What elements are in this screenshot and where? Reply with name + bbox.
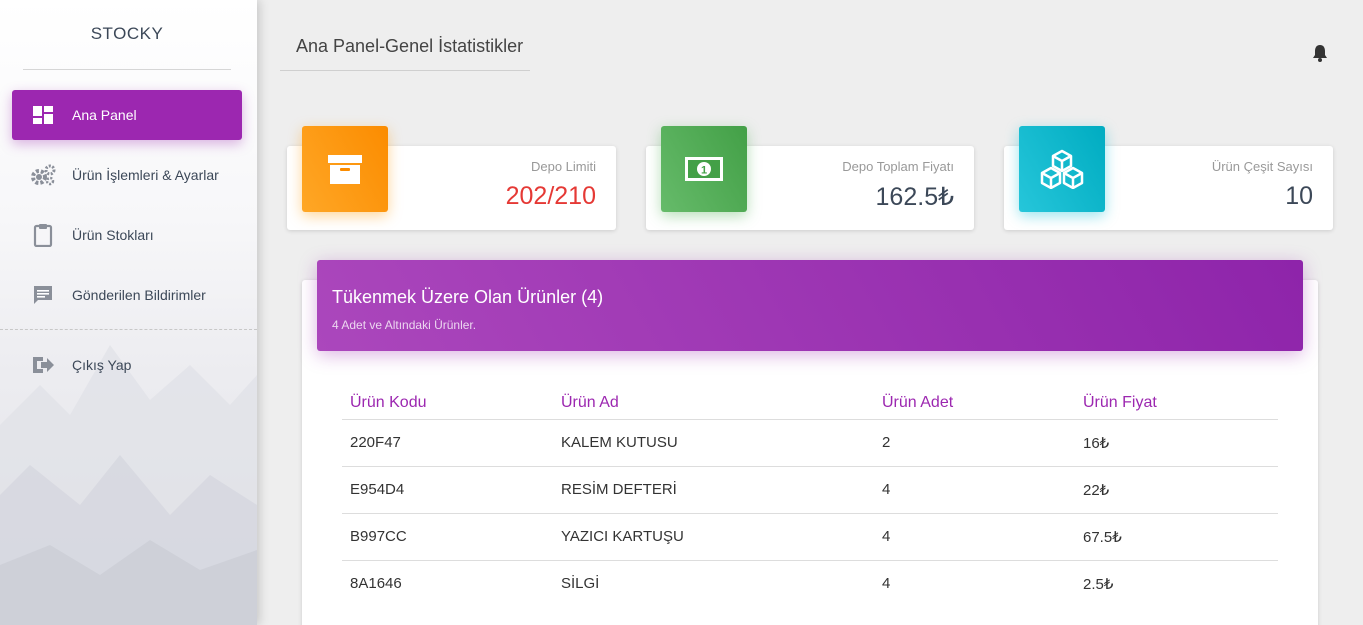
logout-icon [28,353,58,377]
sidebar-item-label: Ürün Stokları [72,227,154,243]
column-header: Ürün Adet [874,388,1075,420]
sidebar-item-label: Çıkış Yap [72,357,132,373]
cell-product-price: 67.5₺ [1075,513,1278,561]
dashboard-icon [28,103,58,127]
table-header-row: Ürün Kodu Ürün Ad Ürün Adet Ürün Fiyat [342,388,1278,420]
cell-product-quantity: 4 [874,513,1075,561]
table-row: 8A1646 SİLGİ 4 2.5₺ [342,560,1278,607]
cell-product-name: KALEM KUTUSU [553,419,874,467]
table-row: B997CC YAZICI KARTUŞU 4 67.5₺ [342,513,1278,561]
cell-product-name: SİLGİ [561,575,600,593]
svg-text:1: 1 [701,165,707,177]
low-stock-title: Tükenmek Üzere Olan Ürünler (4) [332,287,604,307]
column-header: Ürün Kodu [342,388,553,420]
sidebar: STOCKY Ana Panel Ürün İşlemleri & Ayarla… [0,0,257,625]
bell-icon[interactable] [1310,43,1330,63]
cell-product-price: 16₺ [1075,419,1278,467]
stat-label: Depo Limiti [530,159,596,174]
cell-product-name: RESİM DEFTERİ [553,466,874,514]
brand-logo-text[interactable]: STOCKY [0,24,254,44]
low-stock-header: Tükenmek Üzere Olan Ürünler (4) 4 Adet v… [317,260,1303,351]
table-row: 220F47 KALEM KUTUSU 2 16₺ [342,419,1278,467]
message-icon [28,283,58,307]
money-icon: 1 [661,126,747,212]
nav-divider [0,329,257,330]
low-stock-table: Ürün Kodu Ürün Ad Ürün Adet Ürün Fiyat 2… [342,388,1278,607]
gears-icon [28,163,58,187]
brand-divider [23,69,231,70]
sidebar-item-gonderilen-bildirimler[interactable]: Gönderilen Bildirimler [12,270,242,320]
cell-product-quantity: 4 [882,575,891,593]
stat-value: 10 [1285,182,1313,210]
stat-label: Ürün Çeşit Sayısı [1211,159,1313,174]
stat-value: 202/210 [505,182,596,210]
cell-product-code: 220F47 [342,419,553,467]
cubes-icon [1019,126,1105,212]
table-row: E954D4 RESİM DEFTERİ 4 22₺ [342,466,1278,514]
sidebar-item-urun-stoklari[interactable]: Ürün Stokları [12,210,242,260]
cell-product-quantity: 4 [874,466,1075,514]
cell-product-code: E954D4 [342,466,553,514]
cell-product-price: 2.5₺ [1083,575,1114,593]
sidebar-item-label: Gönderilen Bildirimler [72,287,206,303]
sidebar-item-ana-panel[interactable]: Ana Panel [12,90,242,140]
cell-product-code: 8A1646 [350,575,402,593]
cell-product-quantity: 2 [874,419,1075,467]
low-stock-subtitle: 4 Adet ve Altındaki Ürünler. [332,318,477,332]
sidebar-item-cikis-yap[interactable]: Çıkış Yap [12,340,242,390]
clipboard-icon [28,223,58,247]
cell-product-code: B997CC [342,513,553,561]
page-title: Ana Panel-Genel İstatistikler [280,22,530,71]
column-header: Ürün Fiyat [1075,388,1278,420]
stat-label: Depo Toplam Fiyatı [842,159,954,174]
cell-product-price: 22₺ [1075,466,1278,514]
stat-value: 162.5₺ [875,183,954,211]
archive-icon [302,126,388,212]
cell-product-name: YAZICI KARTUŞU [553,513,874,561]
column-header: Ürün Ad [553,388,874,420]
sidebar-item-label: Ana Panel [72,107,137,123]
sidebar-item-urun-islemleri[interactable]: Ürün İşlemleri & Ayarlar [12,150,242,200]
sidebar-item-label: Ürün İşlemleri & Ayarlar [72,167,219,183]
